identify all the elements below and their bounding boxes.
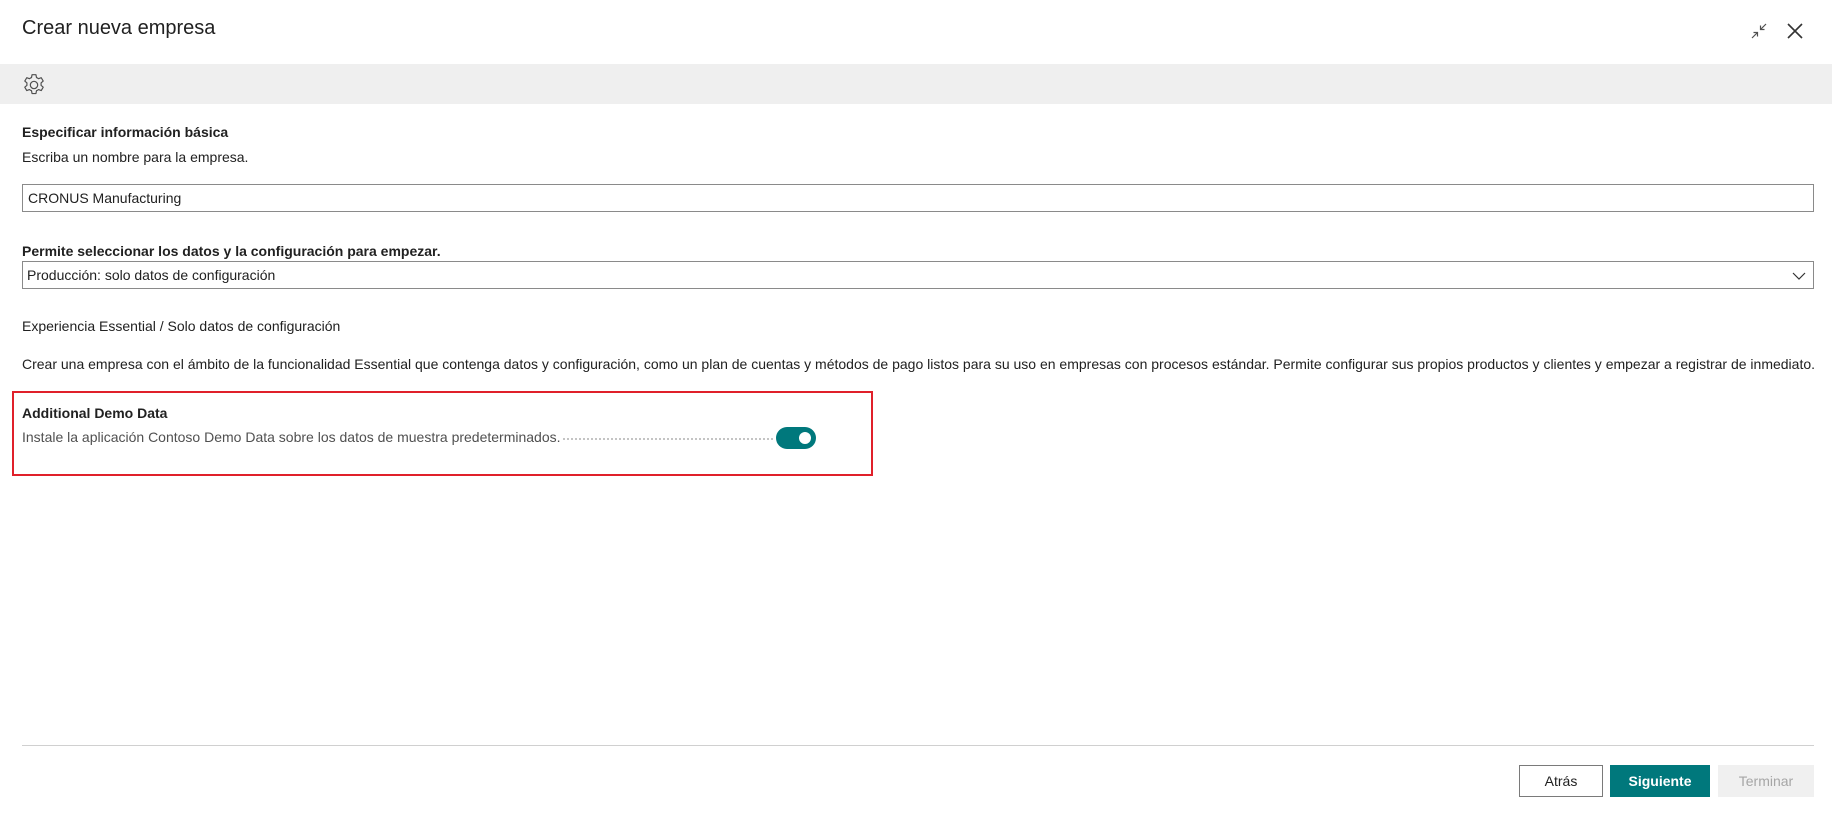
next-button[interactable]: Siguiente bbox=[1610, 765, 1710, 797]
toggle-knob bbox=[799, 432, 811, 444]
data-config-selected-value: Producción: solo datos de configuración bbox=[27, 267, 276, 283]
experience-title: Experiencia Essential / Solo datos de co… bbox=[22, 318, 341, 334]
close-button[interactable] bbox=[1780, 16, 1810, 46]
gear-icon bbox=[24, 74, 44, 95]
close-icon bbox=[1787, 23, 1803, 39]
basic-info-heading: Especificar información básica bbox=[22, 124, 229, 140]
chevron-down-icon bbox=[1792, 272, 1806, 280]
collapse-icon bbox=[1751, 23, 1767, 39]
collapse-button[interactable] bbox=[1744, 16, 1774, 46]
experience-description: Crear una empresa con el ámbito de la fu… bbox=[22, 356, 1816, 372]
demo-data-title: Additional Demo Data bbox=[22, 405, 168, 421]
data-config-select[interactable]: Producción: solo datos de configuración bbox=[22, 261, 1814, 289]
dialog-titlebar: Crear nueva empresa bbox=[0, 0, 1832, 64]
demo-data-toggle[interactable] bbox=[776, 427, 816, 449]
action-bar bbox=[0, 64, 1832, 104]
finish-button: Terminar bbox=[1718, 765, 1814, 797]
footer-divider bbox=[22, 745, 1814, 746]
demo-data-description: Instale la aplicación Contoso Demo Data … bbox=[22, 429, 561, 445]
dialog-title: Crear nueva empresa bbox=[22, 17, 216, 39]
company-name-instruction: Escriba un nombre para la empresa. bbox=[22, 149, 249, 165]
company-name-input[interactable] bbox=[22, 184, 1814, 212]
data-config-label: Permite seleccionar los datos y la confi… bbox=[22, 243, 441, 259]
settings-button[interactable] bbox=[20, 71, 48, 99]
back-button[interactable]: Atrás bbox=[1519, 765, 1603, 797]
leader-dots bbox=[563, 438, 773, 440]
